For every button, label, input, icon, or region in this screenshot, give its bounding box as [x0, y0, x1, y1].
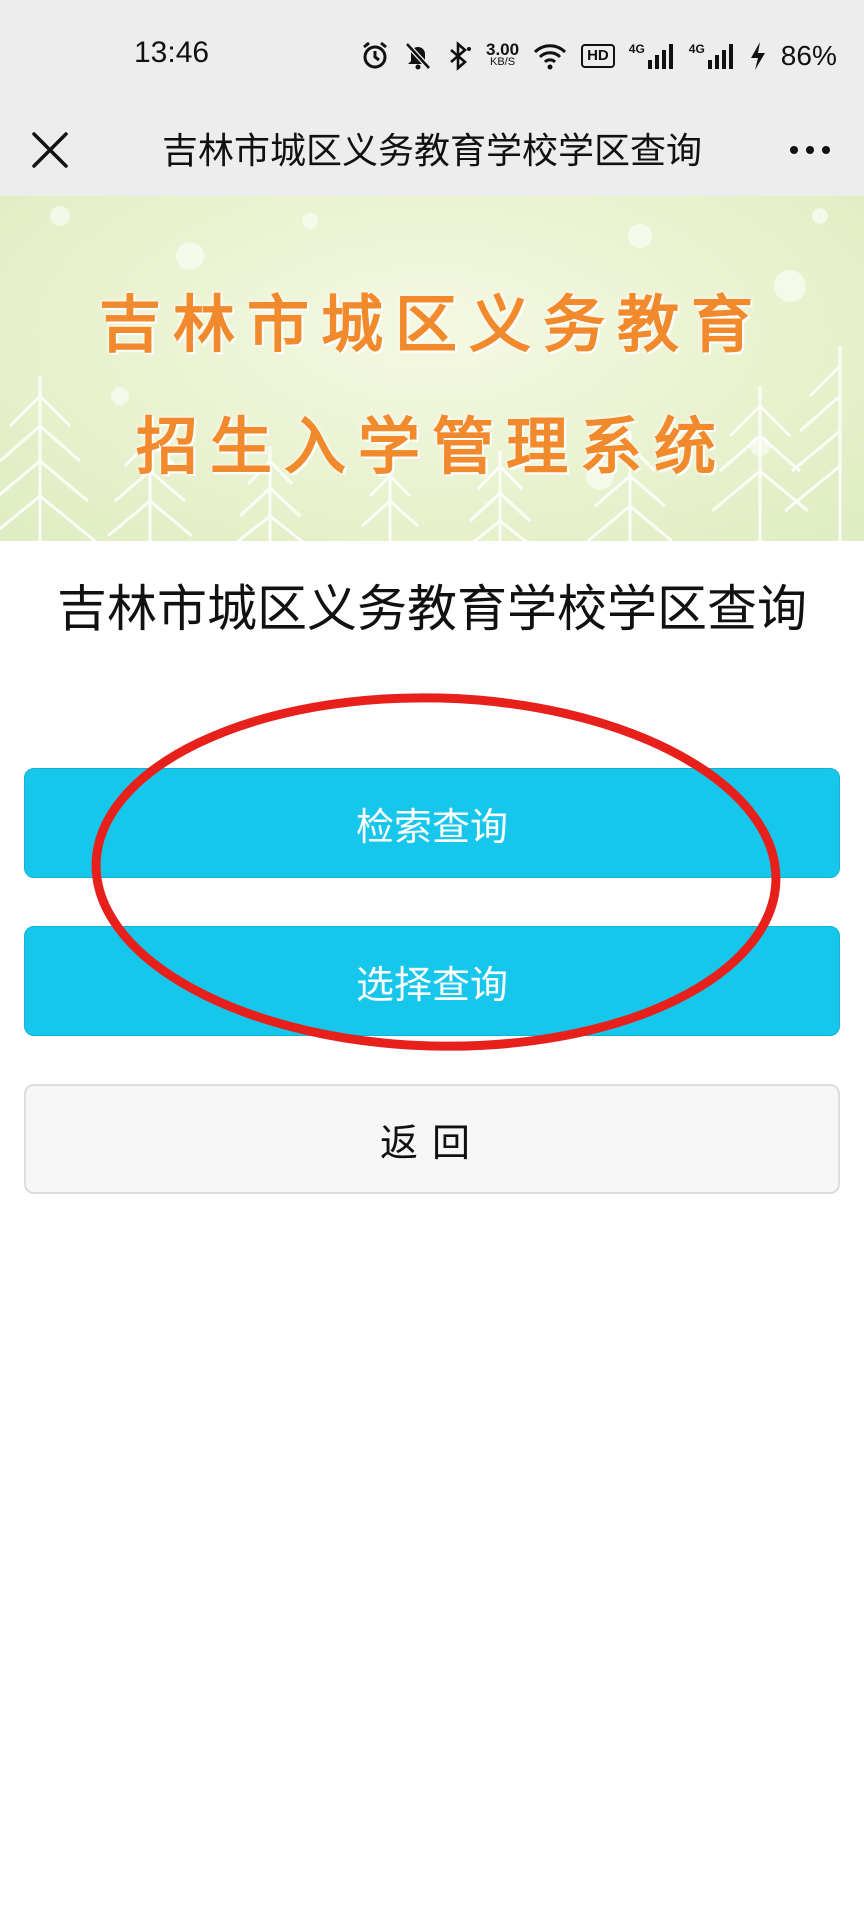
signal-icon: 4G — [629, 42, 675, 70]
mute-icon — [404, 41, 432, 71]
hd-icon: HD — [581, 44, 615, 68]
signal-icon: 4G — [689, 42, 735, 70]
net-speed: 3.00 KB/S — [486, 40, 520, 68]
banner-title-line1: 吉林市城区义务教育 — [98, 288, 765, 361]
more-dots-icon — [790, 146, 798, 154]
status-bar: 13:46 3.00 KB/S HD 4G 4G 86% — [0, 0, 864, 108]
banner-title-line2: 招生入学管理系统 — [135, 410, 728, 483]
banner-image: 吉林市城区义务教育 招生入学管理系统 — [0, 196, 864, 541]
close-icon — [32, 132, 68, 168]
back-button[interactable]: 返回 — [24, 1084, 840, 1194]
more-options-button[interactable] — [778, 122, 842, 178]
fern-background — [0, 206, 842, 541]
battery-level: 86% — [780, 40, 837, 71]
select-query-button[interactable]: 选择查询 — [24, 926, 840, 1036]
page-title: 吉林市城区义务教育学校学区查询 — [161, 131, 702, 172]
close-button[interactable] — [22, 122, 78, 178]
title-bar: 吉林市城区义务教育学校学区查询 — [0, 108, 864, 196]
status-icons: 3.00 KB/S HD 4G 4G 86% — [360, 36, 837, 76]
alarm-icon — [360, 41, 390, 71]
search-query-button[interactable]: 检索查询 — [24, 768, 840, 878]
wifi-icon — [533, 42, 567, 70]
status-time: 13:46 — [134, 36, 210, 69]
page-heading: 吉林市城区义务教育学校学区查询 — [57, 580, 807, 638]
bluetooth-icon — [446, 41, 472, 71]
charging-icon — [749, 41, 767, 71]
